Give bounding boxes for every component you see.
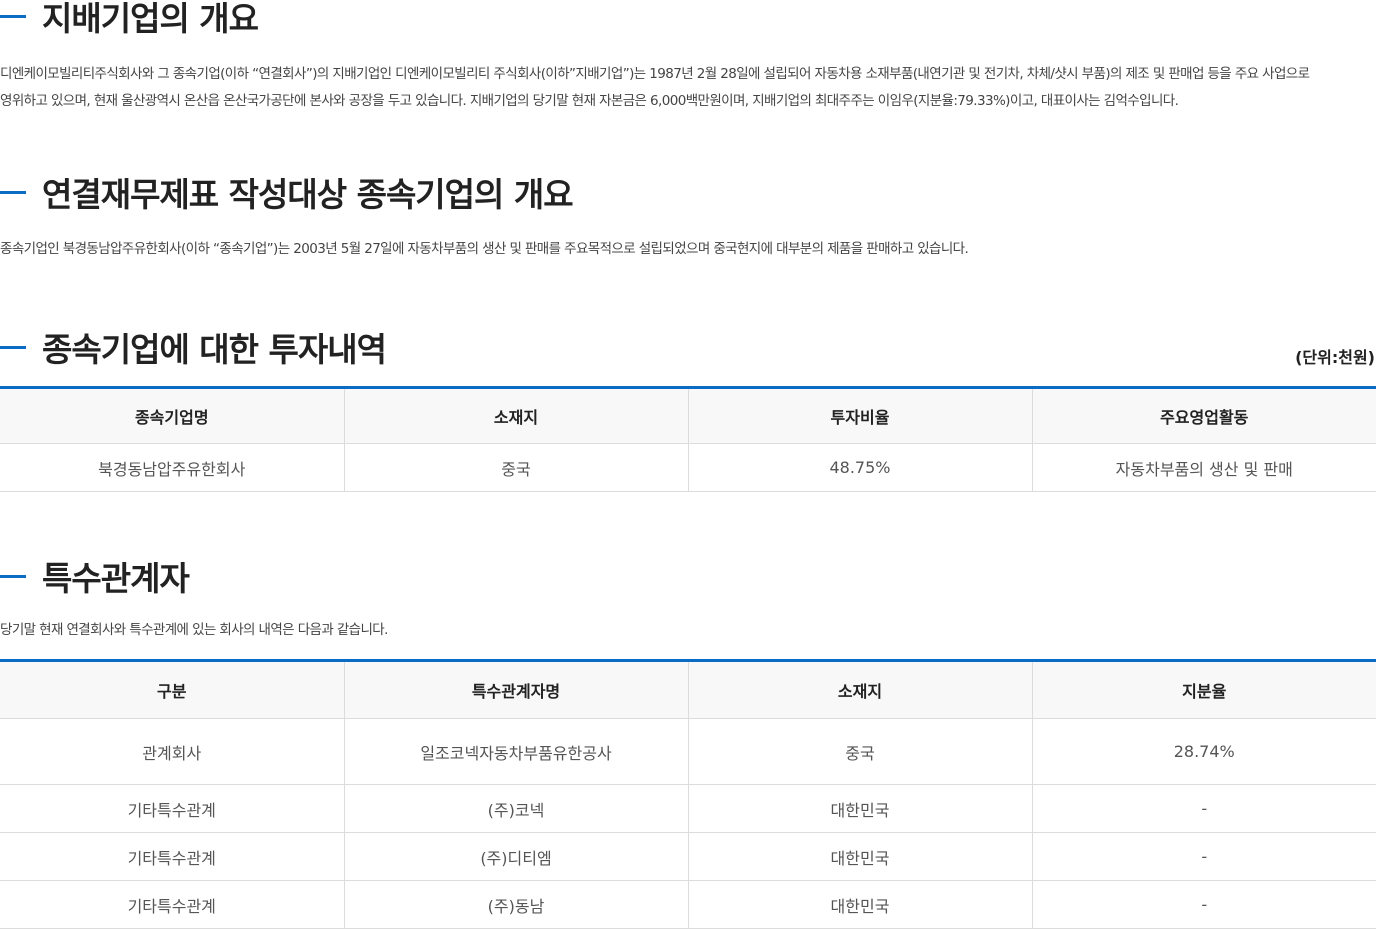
table-cell: (주)동남 (344, 880, 689, 929)
table-cell: 기타특수관계 (0, 880, 345, 929)
subsidiary-description: 종속기업인 북경동남압주유한회사(이하 “종속기업”)는 2003년 5월 27… (0, 241, 969, 257)
table-header-row: 종속기업명 소재지 투자비율 주요영업활동 (0, 387, 1376, 444)
table-header-row: 구분 특수관계자명 소재지 지분율 (0, 660, 1376, 719)
investment-table: 종속기업명 소재지 투자비율 주요영업활동 북경동남압주유한회사 중국 48.7… (0, 386, 1376, 492)
table-cell: 28.74% (1032, 718, 1376, 785)
title-accent-bar (0, 14, 26, 18)
parent-company-description: 디엔케이모빌리티주식회사와 그 종속기업(이하 “연결회사”)의 지배기업인 디… (0, 66, 1310, 109)
column-header: 투자비율 (688, 387, 1033, 444)
section-title-subsidiary-overview: 연결재무제표 작성대상 종속기업의 개요 (0, 172, 574, 214)
table-cell: 대한민국 (688, 832, 1033, 881)
title-accent-bar (0, 190, 26, 194)
related-parties-table: 구분 특수관계자명 소재지 지분율 관계회사 일조코넥자동차부품유한공사 중국 … (0, 659, 1376, 929)
table-cell: 중국 (688, 718, 1033, 785)
table-cell: 기타특수관계 (0, 832, 345, 881)
column-header: 지분율 (1032, 660, 1376, 719)
table-cell: 자동차부품의 생산 및 판매 (1032, 443, 1376, 492)
section-title-parent-company: 지배기업의 개요 (0, 0, 259, 38)
table-cell: 북경동남압주유한회사 (0, 443, 345, 492)
title-accent-bar (0, 345, 26, 349)
table-row: 기타특수관계 (주)동남 대한민국 - (0, 880, 1376, 929)
unit-label: (단위:천원) (1295, 348, 1375, 367)
table-row: 북경동남압주유한회사 중국 48.75% 자동차부품의 생산 및 판매 (0, 443, 1376, 492)
table-cell: - (1032, 832, 1376, 881)
column-header: 소재지 (688, 660, 1033, 719)
table-cell: 일조코넥자동차부품유한공사 (344, 718, 689, 785)
table-cell: (주)디티엠 (344, 832, 689, 881)
column-header: 주요영업활동 (1032, 387, 1376, 444)
section-title-related-parties: 특수관계자 (0, 556, 190, 598)
table-cell: - (1032, 880, 1376, 929)
column-header: 종속기업명 (0, 387, 345, 444)
column-header: 특수관계자명 (344, 660, 689, 719)
column-header: 구분 (0, 660, 345, 719)
related-parties-description: 당기말 현재 연결회사와 특수관계에 있는 회사의 내역은 다음과 같습니다. (0, 622, 388, 638)
table-cell: (주)코넥 (344, 784, 689, 833)
column-header: 소재지 (344, 387, 689, 444)
table-cell: 대한민국 (688, 880, 1033, 929)
table-row: 관계회사 일조코넥자동차부품유한공사 중국 28.74% (0, 718, 1376, 785)
table-row: 기타특수관계 (주)코넥 대한민국 - (0, 784, 1376, 833)
table-row: 기타특수관계 (주)디티엠 대한민국 - (0, 832, 1376, 881)
section-title-investment: 종속기업에 대한 투자내역 (0, 327, 387, 369)
table-cell: 48.75% (688, 443, 1033, 492)
table-cell: 대한민국 (688, 784, 1033, 833)
title-accent-bar (0, 574, 26, 578)
table-cell: 중국 (344, 443, 689, 492)
table-cell: 기타특수관계 (0, 784, 345, 833)
table-cell: 관계회사 (0, 718, 345, 785)
table-cell: - (1032, 784, 1376, 833)
